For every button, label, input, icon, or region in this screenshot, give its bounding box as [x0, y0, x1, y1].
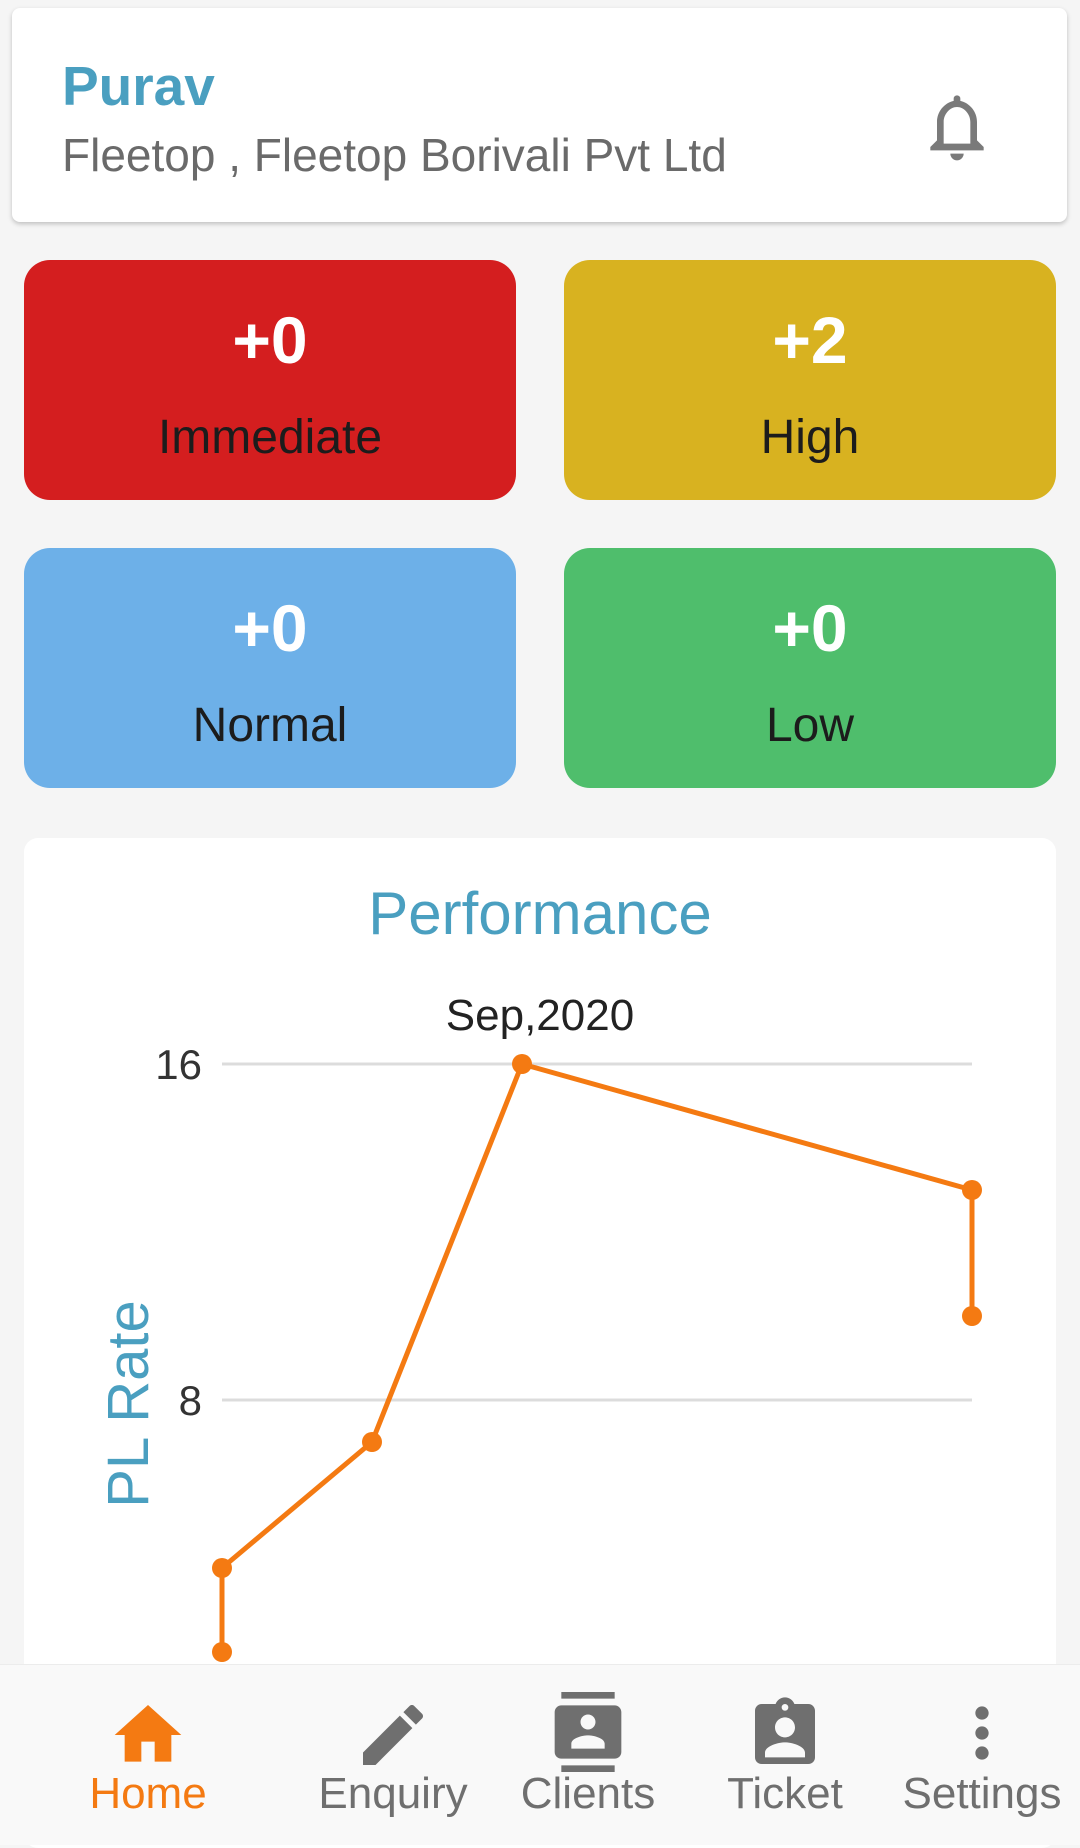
immediate-count: +0 [232, 303, 308, 377]
nav-enquiry[interactable]: Enquiry [318, 1665, 468, 1845]
low-card[interactable]: +0 Low [564, 548, 1056, 788]
nav-enquiry-label: Enquiry [318, 1769, 468, 1818]
nav-ticket-label: Ticket [727, 1769, 843, 1818]
series-segment [220, 1440, 374, 1570]
high-count: +2 [772, 303, 848, 377]
contacts-icon [554, 1692, 622, 1772]
company-name: Fleetop , Fleetop Borivali Pvt Ltd [62, 129, 727, 181]
low-label: Low [765, 699, 855, 752]
high-card[interactable]: +2 High [564, 260, 1056, 500]
more-vertical-icon [975, 1706, 989, 1760]
user-name: Purav [62, 55, 215, 117]
data-point[interactable] [212, 1558, 232, 1578]
header-card: Purav Fleetop , Fleetop Borivali Pvt Ltd [12, 8, 1067, 222]
bell-icon[interactable] [917, 86, 997, 168]
y-axis-label: PL Rate [96, 1300, 161, 1507]
chart-annotation-label: Sep,2020 [446, 991, 634, 1040]
nav-home-label: Home [89, 1769, 207, 1818]
low-count: +0 [772, 591, 848, 665]
nav-ticket[interactable]: Ticket [715, 1665, 855, 1845]
data-point[interactable] [212, 1642, 232, 1662]
clipboard-account-icon [755, 1697, 815, 1764]
data-point[interactable] [362, 1432, 382, 1452]
immediate-card[interactable]: +0 Immediate [24, 260, 516, 500]
nav-settings-label: Settings [902, 1769, 1062, 1818]
normal-card[interactable]: +0 Normal [24, 548, 516, 788]
data-point[interactable] [512, 1054, 532, 1074]
normal-count: +0 [232, 591, 308, 665]
bottom-navigation: Home Enquiry Clients Ticket Settings [0, 1664, 1080, 1845]
pencil-icon [363, 1704, 424, 1765]
nav-clients[interactable]: Clients [518, 1665, 658, 1845]
nav-settings[interactable]: Settings [903, 1665, 1061, 1845]
normal-label: Normal [192, 699, 348, 752]
nav-home[interactable]: Home [78, 1665, 218, 1845]
high-label: High [760, 411, 860, 464]
chart-title: Performance [368, 880, 711, 947]
data-point[interactable] [962, 1306, 982, 1326]
immediate-label: Immediate [157, 411, 383, 464]
y-tick-label: 16 [155, 1041, 202, 1088]
home-icon [114, 1705, 182, 1762]
data-point[interactable] [962, 1180, 982, 1200]
series-segment [521, 1061, 973, 1193]
nav-clients-label: Clients [520, 1769, 656, 1818]
series-segment [369, 1063, 525, 1443]
y-tick-label: 8 [179, 1377, 202, 1424]
